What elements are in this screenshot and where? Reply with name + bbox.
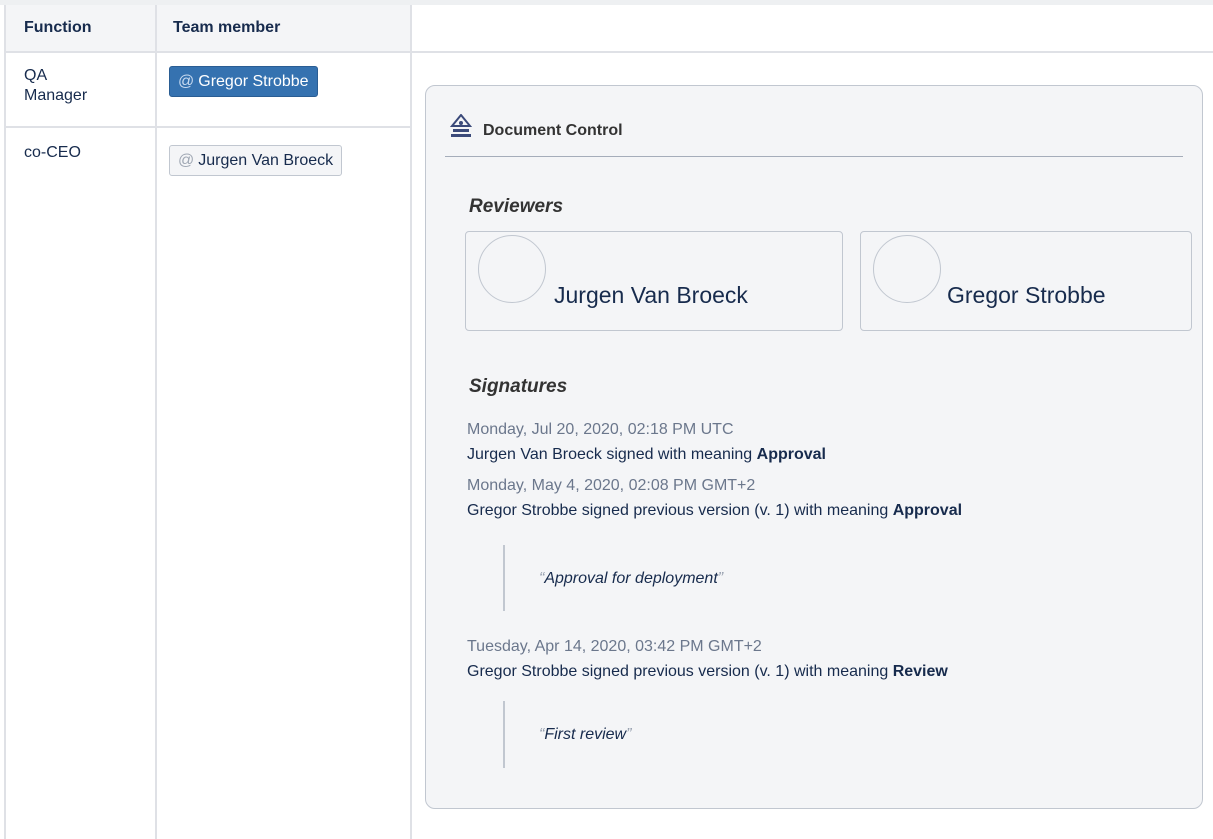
function-label: QA <box>24 67 48 84</box>
column-header-function: Function <box>24 19 92 36</box>
signature-text: signed previous version (v. 1) with mean… <box>577 502 893 519</box>
quote-bar <box>503 701 505 768</box>
signature-meaning: Approval <box>756 446 826 463</box>
table-left-border <box>4 5 6 839</box>
reviewer-name: Jurgen Van Broeck <box>554 282 748 308</box>
signature-comment: “First review” <box>539 726 631 744</box>
signature-meaning: Approval <box>892 502 963 519</box>
mention-name: Jurgen Van Broeck <box>198 152 334 169</box>
table-cell-function: co-CEO <box>24 144 81 161</box>
table-cell-function: QA Manager <box>24 66 87 106</box>
column-header-team-member: Team member <box>173 19 281 36</box>
signature-comment: “Approval for deployment” <box>539 570 723 588</box>
document-control-icon <box>450 114 472 137</box>
signer-name: Gregor Strobbe <box>467 502 578 519</box>
comment-text: First review <box>544 726 627 743</box>
reviewers-heading: Reviewers <box>469 196 564 217</box>
quote-mark: ” <box>717 570 724 587</box>
quote-bar <box>503 545 505 611</box>
panel-divider <box>445 156 1183 157</box>
signer-name: Gregor Strobbe <box>467 663 578 680</box>
column-divider <box>155 5 157 839</box>
signature-entry: Gregor Strobbe signed previous version (… <box>467 502 962 520</box>
signature-text: signed previous version (v. 1) with mean… <box>577 663 893 680</box>
signature-date: Monday, May 4, 2020, 02:08 PM GMT+2 <box>467 477 756 494</box>
signature-date: Tuesday, Apr 14, 2020, 03:42 PM GMT+2 <box>467 638 762 655</box>
user-mention[interactable]: @ Jurgen Van Broeck <box>169 145 343 176</box>
at-icon: @ <box>178 152 195 169</box>
signer-name: Jurgen Van Broeck <box>467 446 602 463</box>
header-divider <box>5 51 1213 53</box>
comment-text: Approval for deployment <box>544 570 718 587</box>
at-icon: @ <box>178 73 195 90</box>
signature-text: signed with meaning <box>601 446 757 463</box>
signatures-heading: Signatures <box>469 376 568 397</box>
user-mention-current[interactable]: @ Gregor Strobbe <box>169 66 318 97</box>
function-label: Manager <box>24 87 88 104</box>
quote-mark: ” <box>626 726 632 743</box>
panel-title: Document Control <box>483 122 623 139</box>
reviewer-name: Gregor Strobbe <box>947 282 1106 308</box>
signature-date: Monday, Jul 20, 2020, 02:18 PM UTC <box>467 421 734 438</box>
reviewer-card[interactable]: Gregor Strobbe <box>860 231 1192 331</box>
column-divider <box>410 5 412 839</box>
signature-entry: Jurgen Van Broeck signed with meaning Ap… <box>467 446 826 464</box>
mention-name: Gregor Strobbe <box>198 73 309 90</box>
avatar <box>478 235 546 303</box>
document-control-panel: Document Control Reviewers Jurgen Van Br… <box>425 85 1203 809</box>
signature-meaning: Review <box>892 663 948 680</box>
signature-entry: Gregor Strobbe signed previous version (… <box>467 663 948 681</box>
avatar <box>873 235 941 303</box>
row-divider <box>5 126 410 128</box>
reviewer-card[interactable]: Jurgen Van Broeck <box>465 231 843 331</box>
